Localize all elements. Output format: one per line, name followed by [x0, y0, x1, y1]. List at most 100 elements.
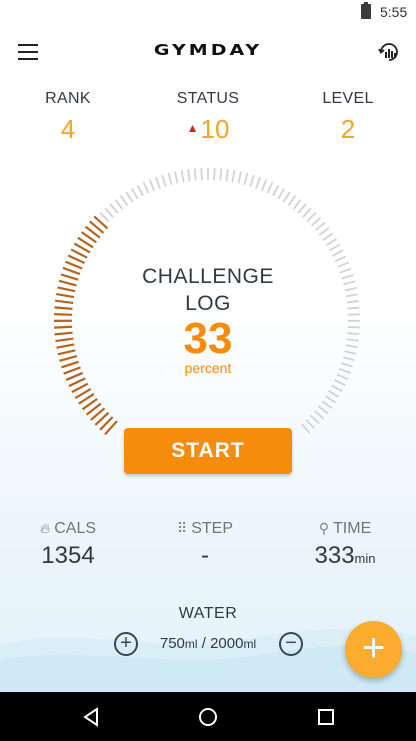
cals-label: CALS — [54, 520, 97, 537]
water-current-unit: ml — [184, 637, 198, 651]
dial-progress-tick — [56, 292, 75, 299]
dial-track-tick — [187, 169, 191, 182]
challenge-log-title: CHALLENGE LOG — [108, 263, 308, 317]
dial-track-tick — [334, 379, 346, 387]
water-current: 750 — [159, 635, 185, 652]
dial-track-tick — [272, 184, 280, 197]
dial-track-tick — [339, 267, 352, 274]
step-metric: ⠿ STEP - — [140, 520, 270, 570]
dial-track-tick — [336, 373, 349, 380]
cals-label-row: 🔥︎ CALS — [3, 520, 133, 538]
dial-track-tick — [310, 216, 321, 227]
dial-track-tick — [249, 174, 255, 187]
dial-track-tick — [255, 176, 262, 189]
dial-progress-tick — [63, 366, 81, 375]
dial-track-tick — [331, 384, 343, 392]
challenge-progress-dial — [53, 168, 361, 436]
exercise-person-icon: ⚲ — [318, 520, 330, 536]
dial-track-tick — [292, 199, 302, 210]
time-metric: ⚲ TIME 333min — [280, 520, 410, 570]
dial-progress-tick — [54, 325, 73, 329]
time-label: TIME — [333, 520, 372, 537]
dial-progress-tick — [59, 355, 78, 362]
back-icon[interactable] — [80, 706, 102, 728]
dial-track-tick — [332, 249, 344, 257]
dial-track-tick — [136, 184, 144, 197]
dial-progress-tick — [68, 377, 86, 388]
dial-track-tick — [301, 423, 311, 434]
dial-track-tick — [346, 338, 359, 342]
dial-track-tick — [338, 367, 351, 374]
dial-progress-tick — [62, 266, 81, 276]
dial-track-tick — [305, 419, 316, 430]
dial-track-tick — [174, 171, 179, 184]
water-goal-unit: ml — [243, 637, 257, 651]
dial-track-tick — [142, 181, 150, 194]
dial-progress-tick — [61, 360, 79, 369]
step-label: STEP — [191, 520, 234, 537]
dial-track-tick — [347, 306, 360, 310]
challenge-percent-label: percent — [184, 360, 232, 376]
dial-track-tick — [334, 255, 347, 263]
dial-track-tick — [119, 195, 129, 207]
dial-track-tick — [114, 199, 124, 210]
dial-track-tick — [317, 405, 329, 415]
dial-track-tick — [306, 212, 317, 222]
dial-track-tick — [148, 179, 156, 192]
dial-track-tick — [237, 171, 242, 184]
dial-track-tick — [342, 356, 355, 362]
dial-track-tick — [302, 207, 312, 218]
dial-track-tick — [167, 172, 173, 186]
dial-track-tick — [297, 203, 307, 214]
dial-track-tick — [346, 300, 359, 304]
step-label-row: ⠿ STEP — [140, 520, 270, 538]
dial-track-tick — [225, 169, 229, 182]
dial-progress-tick — [65, 371, 84, 381]
water-goal: 2000 — [210, 635, 244, 652]
dial-track-tick — [325, 238, 337, 246]
dial-track-tick — [344, 286, 357, 292]
add-fab-button[interactable]: + — [345, 621, 402, 678]
dial-progress-tick — [54, 313, 73, 316]
dial-track-tick — [193, 168, 197, 181]
dial-progress-tick — [54, 331, 73, 336]
dial-progress-tick — [58, 279, 77, 287]
dial-track-tick — [154, 176, 161, 189]
challenge-percent-value: 33 — [183, 314, 233, 363]
step-value: - — [201, 542, 209, 569]
dial-track-tick — [161, 174, 167, 187]
dial-track-tick — [329, 243, 341, 252]
dial-track-tick — [266, 181, 274, 194]
dial-track-tick — [328, 390, 340, 398]
dial-track-tick — [337, 261, 350, 268]
cals-value: 1354 — [41, 542, 95, 569]
dial-track-tick — [314, 221, 326, 232]
dial-track-tick — [287, 195, 297, 207]
dial-progress-tick — [55, 299, 74, 305]
start-button[interactable]: START — [124, 428, 292, 474]
dial-track-tick — [343, 280, 356, 286]
recents-icon[interactable] — [315, 706, 337, 728]
dial-track-tick — [200, 168, 203, 181]
dial-track-tick — [324, 395, 337, 404]
dial-track-tick — [109, 203, 119, 214]
dial-track-tick — [347, 326, 360, 329]
water-subtract-button[interactable]: − — [279, 632, 303, 656]
time-value: 333 — [314, 542, 355, 569]
dial-track-tick — [318, 227, 330, 236]
water-label: WATER — [178, 605, 238, 622]
dial-track-tick — [341, 274, 354, 280]
dial-progress-tick — [65, 260, 83, 270]
water-separator: / — [201, 635, 206, 652]
dial-track-tick — [219, 168, 223, 181]
dial-progress-tick — [56, 343, 75, 349]
home-icon[interactable] — [197, 706, 219, 728]
dial-track-tick — [344, 350, 357, 355]
cals-metric: 🔥︎ CALS 1354 — [3, 520, 133, 570]
dial-track-tick — [125, 191, 134, 203]
dial-track-tick — [282, 191, 291, 203]
dial-track-tick — [340, 362, 353, 368]
dial-track-tick — [345, 293, 358, 298]
dial-progress-tick — [57, 286, 76, 293]
dial-track-tick — [243, 172, 249, 186]
